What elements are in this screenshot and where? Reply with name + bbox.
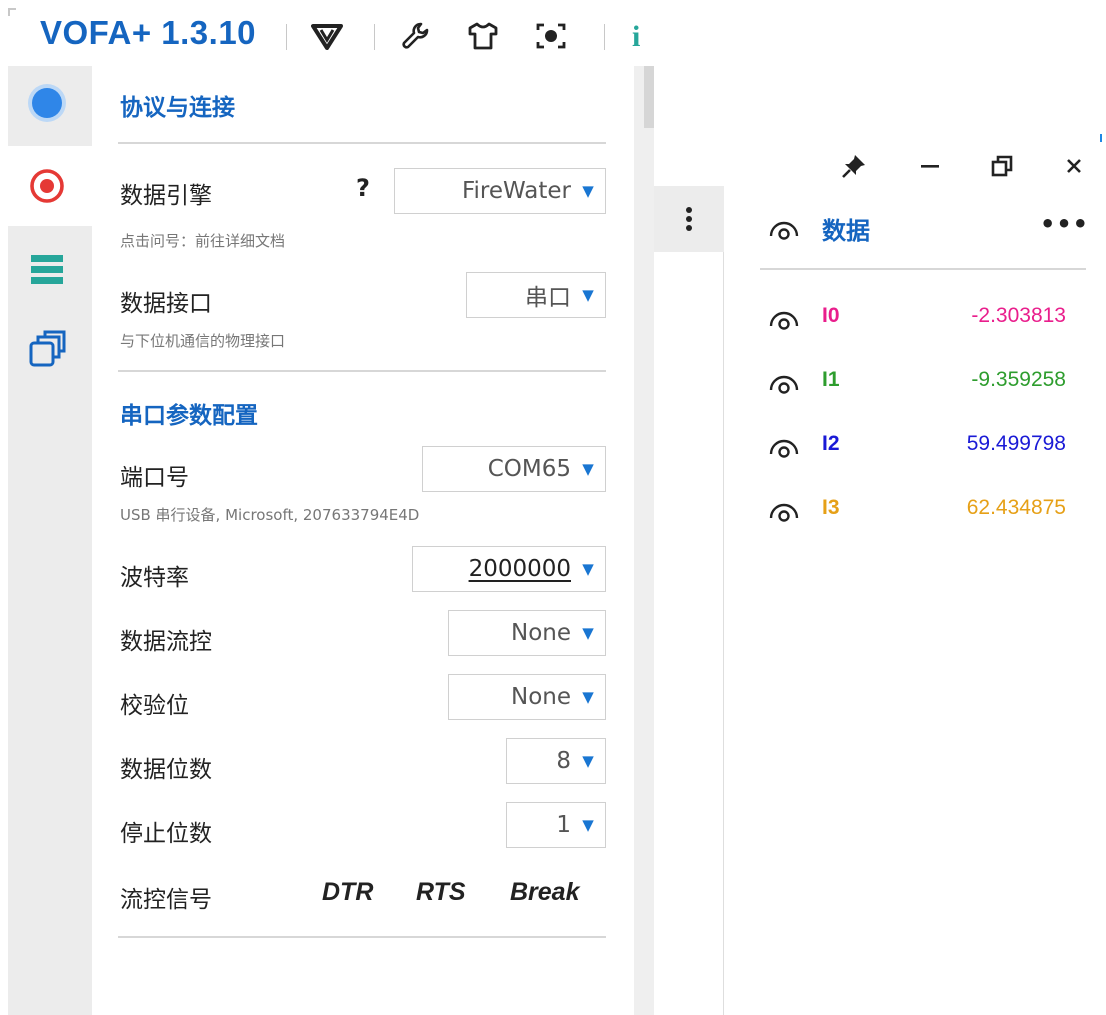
target-icon [30, 169, 64, 203]
stopbits-label: 停止位数 [120, 821, 212, 847]
blue-dot-icon [28, 84, 66, 122]
restore-button[interactable] [982, 146, 1022, 186]
channel-value: -9.359258 [971, 368, 1066, 391]
parity-label: 校验位 [120, 693, 189, 719]
help-button[interactable]: ? [356, 174, 370, 202]
eye-icon[interactable] [768, 218, 800, 240]
panel-scrollbar-thumb[interactable] [644, 66, 654, 128]
chevron-down-icon: ▼ [582, 182, 594, 200]
chevron-down-icon: ▼ [582, 688, 594, 706]
vertical-more-button[interactable] [654, 186, 724, 252]
pin-icon [842, 155, 865, 178]
record-icon[interactable] [532, 16, 570, 56]
vertical-dots-icon [686, 207, 692, 231]
databits-value: 8 [556, 748, 571, 774]
more-options-button[interactable]: ••• [1040, 210, 1089, 238]
eye-icon[interactable] [768, 372, 800, 394]
toolbar: VOFA+ 1.3.10 i [0, 0, 660, 66]
port-value: COM65 [487, 456, 571, 482]
data-panel-title: 数据 [822, 217, 870, 245]
engine-hint: 点击问号：前往详细文档 [120, 232, 286, 250]
baud-label: 波特率 [120, 565, 189, 591]
resize-corner-mark [8, 8, 16, 16]
engine-value: FireWater [461, 178, 571, 204]
flow-dropdown[interactable]: None ▼ [448, 610, 606, 656]
stopbits-dropdown[interactable]: 1 ▼ [506, 802, 606, 848]
section-title-connection: 协议与连接 [120, 95, 235, 121]
databits-dropdown[interactable]: 8 ▼ [506, 738, 606, 784]
parity-value: None [510, 684, 571, 710]
toolbar-separator [604, 24, 605, 50]
close-icon [1067, 159, 1081, 173]
rail-item-connection[interactable] [8, 146, 92, 226]
list-icon [31, 255, 63, 284]
divider [118, 142, 606, 144]
port-hint: USB 串行设备, Microsoft, 207633794E4D [120, 506, 420, 524]
engine-label: 数据引擎 [120, 183, 212, 209]
toolbar-separator [374, 24, 375, 50]
eye-icon[interactable] [768, 436, 800, 458]
channel-name: I2 [822, 432, 840, 455]
pin-button[interactable] [834, 146, 874, 186]
chevron-down-icon: ▼ [582, 286, 594, 304]
rail-item-status[interactable] [8, 66, 92, 140]
rts-button[interactable]: RTS [416, 878, 466, 907]
restore-icon [991, 155, 1013, 177]
flow-value: None [510, 620, 571, 646]
eye-icon[interactable] [768, 500, 800, 522]
parity-dropdown[interactable]: None ▼ [448, 674, 606, 720]
stopbits-value: 1 [556, 812, 571, 838]
signals-label: 流控信号 [120, 887, 212, 913]
close-button[interactable] [1054, 146, 1094, 186]
port-dropdown[interactable]: COM65 ▼ [422, 446, 606, 492]
channel-name: I1 [822, 368, 840, 391]
settings-panel: 协议与连接 数据引擎 ? FireWater ▼ 点击问号：前往详细文档 数据接… [92, 66, 632, 1015]
chevron-down-icon: ▼ [582, 560, 594, 578]
baud-dropdown[interactable]: 2000000 ▼ [412, 546, 606, 592]
dock-strip [654, 186, 724, 1015]
chevron-down-icon: ▼ [582, 460, 594, 478]
side-rail [8, 66, 92, 1015]
section-title-serial: 串口参数配置 [120, 403, 258, 429]
channel-value: -2.303813 [971, 304, 1066, 327]
app-title: VOFA+ 1.3.10 [40, 14, 257, 51]
break-button[interactable]: Break [510, 878, 580, 907]
chevron-down-icon: ▼ [582, 624, 594, 642]
minimize-icon [921, 165, 939, 168]
interface-hint: 与下位机通信的物理接口 [120, 332, 286, 350]
rail-item-commands[interactable] [8, 232, 92, 306]
eye-icon[interactable] [768, 308, 800, 330]
rail-item-windows[interactable] [8, 312, 92, 386]
channel-name: I3 [822, 496, 840, 519]
interface-dropdown[interactable]: 串口 ▼ [466, 272, 606, 318]
channel-value: 59.499798 [966, 432, 1066, 455]
divider [118, 370, 606, 372]
dtr-button[interactable]: DTR [322, 878, 373, 907]
minimize-button[interactable] [910, 146, 950, 186]
shirt-icon[interactable] [464, 16, 502, 56]
interface-label: 数据接口 [120, 291, 212, 317]
toolbar-separator [286, 24, 287, 50]
divider [760, 268, 1086, 270]
engine-dropdown[interactable]: FireWater ▼ [394, 168, 606, 214]
vofa-logo-icon[interactable] [308, 16, 346, 56]
interface-value: 串口 [525, 285, 571, 311]
flow-label: 数据流控 [120, 629, 212, 655]
databits-label: 数据位数 [120, 757, 212, 783]
channel-name: I0 [822, 304, 840, 327]
port-label: 端口号 [120, 465, 189, 491]
divider [118, 936, 606, 938]
chevron-down-icon: ▼ [582, 816, 594, 834]
window-edge-mark [1100, 134, 1102, 142]
channel-value: 62.434875 [966, 496, 1066, 519]
baud-value: 2000000 [468, 556, 571, 582]
windows-icon [29, 330, 66, 367]
wrench-icon[interactable] [396, 16, 434, 56]
chevron-down-icon: ▼ [582, 752, 594, 770]
panel-scrollbar[interactable] [634, 66, 654, 1015]
clipped-toolbar-icon[interactable]: i [632, 20, 640, 54]
